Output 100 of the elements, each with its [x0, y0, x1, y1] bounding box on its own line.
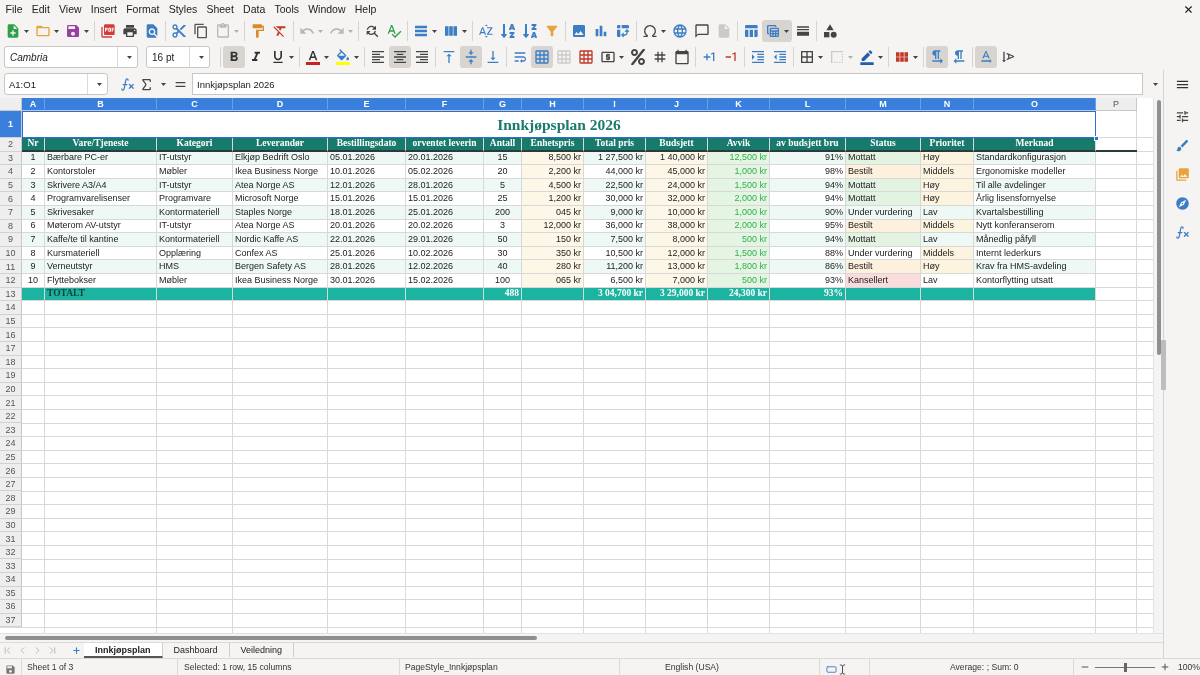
- scrollbar-thumb[interactable]: [5, 636, 537, 640]
- row-header[interactable]: 29: [0, 505, 22, 519]
- column-header[interactable]: O: [974, 98, 1096, 111]
- table-cell: Mottatt: [846, 192, 921, 206]
- sheet-tab[interactable]: Dashboard: [162, 643, 230, 658]
- scrollbar-thumb[interactable]: [1157, 100, 1161, 355]
- table-cell: 2,000 kr: [708, 192, 770, 206]
- bold-button[interactable]: [223, 46, 245, 68]
- horizontal-scrollbar[interactable]: [0, 633, 1163, 642]
- globe-icon: [672, 23, 688, 39]
- table-cell: Månedlig påfyll: [974, 233, 1096, 247]
- row-header[interactable]: 36: [0, 600, 22, 614]
- sheet-tab[interactable]: Innkjøpsplan: [84, 643, 163, 658]
- indent-decrease-icon: [772, 49, 788, 65]
- row-header[interactable]: 26: [0, 464, 22, 478]
- caret-icon: [619, 55, 624, 59]
- function-icon[interactable]: [120, 76, 135, 92]
- table-cell: 150 kr: [522, 233, 584, 247]
- column-header[interactable]: B: [45, 98, 157, 111]
- column-header[interactable]: H: [522, 98, 584, 111]
- menu-item[interactable]: Edit: [27, 1, 55, 17]
- funnel-icon: [544, 23, 560, 39]
- border-grid-icon: [799, 49, 815, 65]
- align-center-button[interactable]: [389, 46, 411, 68]
- header-cell: Enhetspris: [522, 138, 584, 152]
- column-header[interactable]: M: [846, 98, 921, 111]
- row-header[interactable]: 31: [0, 532, 22, 546]
- merge-center-button[interactable]: [531, 46, 553, 68]
- row-header[interactable]: 9: [0, 233, 22, 247]
- row-header[interactable]: 4: [0, 165, 22, 179]
- text-horizontal-button[interactable]: [975, 46, 997, 68]
- chevron-last-icon: [47, 645, 58, 656]
- language: English (USA): [665, 662, 719, 672]
- row-header[interactable]: 14: [0, 301, 22, 315]
- menu-item[interactable]: File: [1, 1, 28, 17]
- zoom-in-button[interactable]: [1159, 661, 1170, 673]
- column-header[interactable]: D: [233, 98, 328, 111]
- menu-item[interactable]: Format: [121, 1, 165, 17]
- menu-item[interactable]: Insert: [86, 1, 122, 17]
- caret-icon: [818, 55, 823, 59]
- row-header[interactable]: 23: [0, 423, 22, 438]
- selection-handle[interactable]: [1094, 136, 1099, 141]
- font-name-box[interactable]: Cambria: [4, 46, 138, 68]
- row-header[interactable]: 34: [0, 573, 22, 587]
- column-header[interactable]: P: [1096, 98, 1137, 111]
- row-header[interactable]: 33: [0, 559, 22, 573]
- row-header[interactable]: 16: [0, 328, 22, 342]
- column-header[interactable]: G: [484, 98, 522, 111]
- formula-input[interactable]: Innkjøpsplan 2026: [192, 73, 1143, 95]
- caret-icon: [84, 29, 89, 33]
- table-cell: 1,200 kr: [522, 192, 584, 206]
- zoom-thumb[interactable]: [1124, 662, 1127, 672]
- menu-item[interactable]: Tools: [269, 1, 304, 17]
- row-header[interactable]: 21: [0, 396, 22, 410]
- row-header[interactable]: 6: [0, 192, 22, 206]
- row-header[interactable]: 1: [0, 111, 22, 138]
- caret-icon: [348, 29, 353, 33]
- table-cell: Nordic Kaffe AS: [233, 233, 328, 247]
- caret-icon: [126, 55, 132, 59]
- header-cell: av budsjett bru: [770, 138, 846, 152]
- column-header[interactable]: K: [708, 98, 770, 111]
- column-header[interactable]: N: [921, 98, 974, 111]
- menu-item[interactable]: View: [54, 1, 87, 17]
- column-header[interactable]: F: [406, 98, 484, 111]
- sheet-tab[interactable]: Veiledning: [229, 643, 295, 658]
- caret-icon: [462, 29, 467, 33]
- left-to-right-button[interactable]: [926, 46, 948, 68]
- row-header[interactable]: 19: [0, 369, 22, 383]
- text-vertical-icon: [1000, 49, 1016, 65]
- font-size-box[interactable]: 16 pt: [146, 46, 210, 68]
- column-header[interactable]: I: [584, 98, 646, 111]
- column-header[interactable]: L: [770, 98, 846, 111]
- row-header[interactable]: 11: [0, 260, 22, 274]
- sigma-icon[interactable]: [139, 76, 154, 92]
- row-header[interactable]: 2: [0, 138, 22, 152]
- menu-item[interactable]: Data: [238, 1, 270, 17]
- text-cursor-icon[interactable]: [837, 661, 848, 673]
- table-icon: [743, 23, 759, 39]
- menu-item[interactable]: Sheet: [201, 1, 239, 17]
- menu-item[interactable]: Help: [350, 1, 381, 17]
- plus-icon: [71, 646, 81, 655]
- align-middle-button[interactable]: [460, 46, 482, 68]
- image-icon: [571, 23, 587, 39]
- sidebar-handle[interactable]: [1161, 340, 1166, 390]
- row-header[interactable]: 24: [0, 437, 22, 451]
- column-header[interactable]: J: [646, 98, 708, 111]
- name-box[interactable]: A1:O1: [4, 73, 108, 95]
- column-header[interactable]: C: [157, 98, 233, 111]
- menu-item[interactable]: Window: [303, 1, 351, 17]
- vertical-scrollbar[interactable]: [1153, 98, 1163, 633]
- table-grid-icon: [765, 23, 781, 39]
- column-header[interactable]: E: [328, 98, 406, 111]
- text-strike-icon: [272, 23, 288, 39]
- sheet-count: Sheet 1 of 3: [27, 662, 74, 672]
- row-header[interactable]: 28: [0, 491, 22, 506]
- menu-item[interactable]: Styles: [164, 1, 202, 17]
- column-header[interactable]: A: [22, 98, 45, 111]
- spellcheck-icon: [386, 23, 402, 39]
- caret-icon: [354, 55, 359, 59]
- plus-icon: [1159, 662, 1170, 672]
